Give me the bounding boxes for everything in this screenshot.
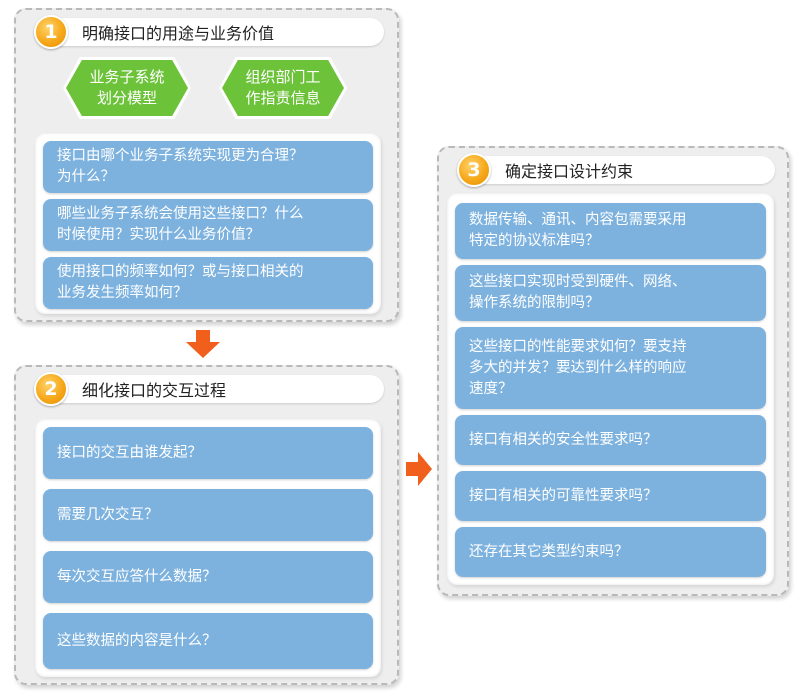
- section2-title: 细化接口的交互过程: [82, 381, 227, 400]
- item-line: 哪些业务子系统会使用这些接口？什么: [57, 206, 304, 222]
- arrow-right-icon: [406, 452, 432, 486]
- section2-item-2: 需要几次交互？: [43, 489, 373, 541]
- section3-item-2: 这些接口实现时受到硬件、网络、 操作系统的限制吗？: [455, 265, 766, 321]
- section3-item-1: 数据传输、通讯、内容包需要采用 特定的协议标准吗？: [455, 203, 766, 259]
- section3-item-3: 这些接口的性能要求如何？要支持 多大的并发？要达到什么样的响应 速度？: [455, 327, 766, 409]
- item-line: 这些接口的性能要求如何？要支持: [469, 338, 687, 355]
- item-line: 多大的并发？要达到什么样的响应: [469, 359, 687, 376]
- section1-number-badge: 1: [34, 15, 68, 49]
- item-line: 操作系统的限制吗？: [469, 295, 600, 311]
- section3-panel: 3 确定接口设计约束 数据传输、通讯、内容包需要采用 特定的协议标准吗？ 这些接口…: [437, 146, 789, 596]
- tag-business-subsystem: 业务子系统 划分模型: [66, 60, 188, 116]
- section1-title: 明确接口的用途与业务价值: [82, 24, 275, 43]
- arrow-down-icon: [186, 330, 220, 358]
- tag-line: 作指责信息: [245, 89, 321, 107]
- section3-inner-box: 数据传输、通讯、内容包需要采用 特定的协议标准吗？ 这些接口实现时受到硬件、网络、…: [447, 193, 774, 585]
- section1-item-2: 哪些业务子系统会使用这些接口？什么 时候使用？实现什么业务价值？: [43, 199, 373, 251]
- section3-item-4: 接口有相关的安全性要求吗？: [455, 415, 766, 465]
- item-line: 特定的协议标准吗？: [469, 233, 600, 249]
- item-line: 业务发生频率如何？: [57, 285, 188, 301]
- section2-item-3: 每次交互应答什么数据？: [43, 551, 373, 603]
- section3-item-6: 还存在其它类型约束吗？: [455, 527, 766, 577]
- section2-item-1: 接口的交互由谁发起？: [43, 427, 373, 479]
- section2-header: 2 细化接口的交互过程: [34, 372, 384, 406]
- item-line: 时候使用？实现什么业务价值？: [57, 227, 260, 243]
- section1-header: 1 明确接口的用途与业务价值: [34, 15, 384, 49]
- section3-number-badge: 3: [457, 153, 491, 187]
- section1-inner-box: 接口由哪个业务子系统实现更为合理？ 为什么？ 哪些业务子系统会使用这些接口？什么时…: [35, 133, 381, 314]
- section2-number-badge: 2: [34, 372, 68, 406]
- tag-organization-info: 组织部门工作指责信息: [222, 60, 344, 116]
- item-line: 为什么？: [57, 169, 115, 185]
- section2-item-4: 这些数据的内容是什么？: [43, 613, 373, 669]
- item-line: 使用接口的频率如何？或与接口相关的: [57, 264, 304, 280]
- section3-item-5: 接口有相关的可靠性要求吗？: [455, 471, 766, 521]
- section1-item-1: 接口由哪个业务子系统实现更为合理？ 为什么？: [43, 141, 373, 193]
- item-line: 这些接口实现时受到硬件、网络、: [469, 274, 687, 290]
- section1-panel: 1 明确接口的用途与业务价值 业务子系统划分模型 组织部门工作指责信息 接口由哪…: [14, 8, 399, 322]
- section3-header: 3 确定接口设计约束: [457, 153, 775, 187]
- section3-title: 确定接口设计约束: [505, 162, 634, 181]
- tag-line: 划分模型: [96, 89, 157, 107]
- tag-line: 业务子系统: [89, 68, 165, 86]
- item-line: 接口由哪个业务子系统实现更为合理？: [57, 148, 304, 164]
- item-line: 速度？: [469, 380, 513, 397]
- section2-panel: 2 细化接口的交互过程 接口的交互由谁发起？ 需要几次交互？ 每次交互应答什么数…: [14, 365, 399, 685]
- section2-inner-box: 接口的交互由谁发起？ 需要几次交互？ 每次交互应答什么数据？ 这些数据的内容是什…: [35, 419, 381, 677]
- tag-line: 组织部门工: [245, 68, 321, 86]
- section1-item-3: 使用接口的频率如何？或与接口相关的 业务发生频率如何？: [43, 257, 373, 309]
- item-line: 数据传输、通讯、内容包需要采用: [469, 212, 687, 228]
